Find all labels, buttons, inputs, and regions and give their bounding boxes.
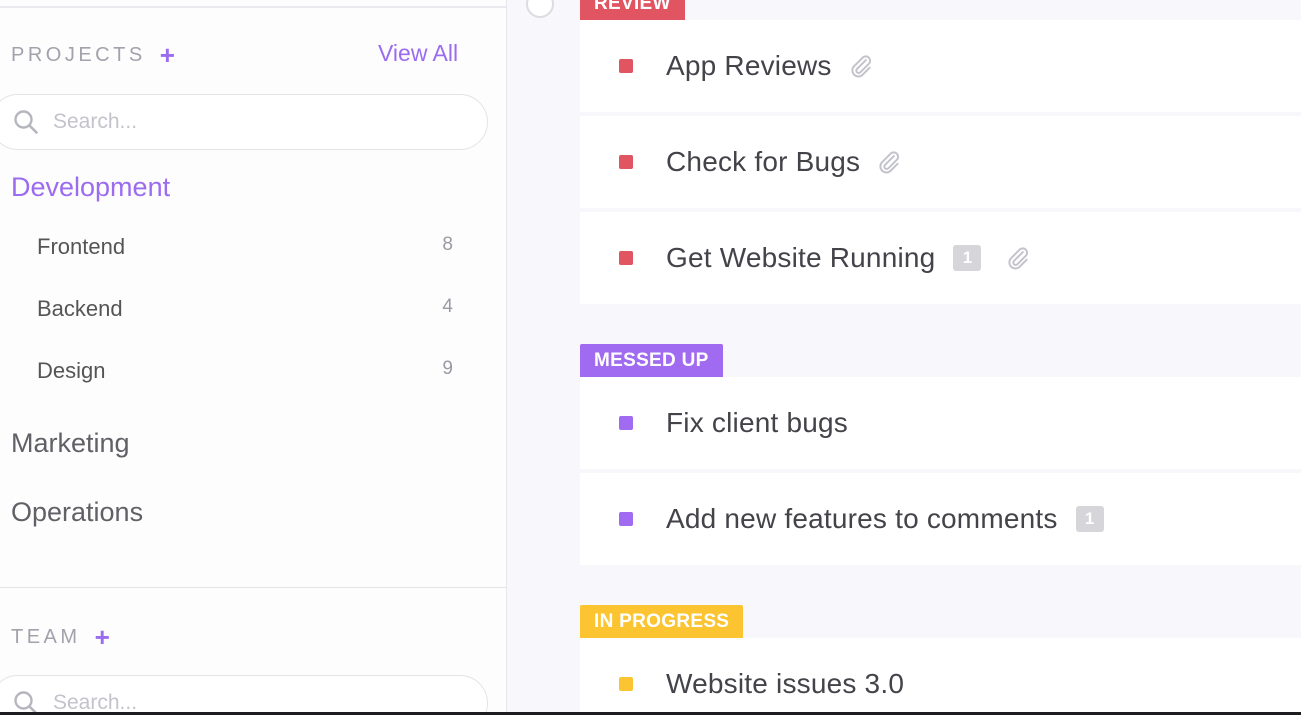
task-name: Check for Bugs	[666, 146, 861, 177]
paperclip-icon[interactable]	[1005, 245, 1031, 271]
status-dot	[619, 155, 633, 169]
task-row[interactable]: Website issues 3.0	[580, 638, 1301, 715]
status-dot	[619, 251, 633, 265]
team-title: TEAM	[11, 625, 81, 648]
subitem-label: Design	[37, 358, 106, 383]
subtask-count-badge[interactable]: 1	[953, 245, 982, 271]
task-name: Fix client bugs	[666, 407, 848, 438]
projects-search-input[interactable]	[53, 110, 433, 134]
status-tag-messed-up: MESSED UP	[580, 344, 723, 377]
paperclip-icon[interactable]	[848, 53, 874, 79]
select-circle[interactable]	[526, 0, 554, 18]
subitem-count: 4	[442, 296, 453, 317]
task-name: App Reviews	[666, 50, 832, 81]
team-header: TEAM +	[11, 624, 110, 650]
status-tag-in-progress: IN PROGRESS	[580, 605, 744, 638]
top-divider	[0, 6, 506, 8]
app-window: PROJECTS + View All Development Frontend…	[0, 0, 1301, 715]
projects-header: PROJECTS +	[11, 42, 175, 68]
view-all-link[interactable]: View All	[378, 40, 458, 67]
status-dot	[619, 512, 633, 526]
projects-title: PROJECTS	[11, 43, 146, 66]
status-tag-review: REVIEW	[580, 0, 685, 20]
add-team-button[interactable]: +	[95, 624, 110, 650]
search-icon	[14, 110, 38, 134]
subitem-backend[interactable]: Backend 4	[37, 296, 457, 322]
status-dot	[619, 416, 633, 430]
task-row[interactable]: Check for Bugs	[580, 116, 1301, 208]
task-list: REVIEW App Reviews Check for Bugs Get We…	[508, 0, 1301, 715]
subitem-label: Backend	[37, 296, 123, 321]
task-row[interactable]: Get Website Running 1	[580, 212, 1301, 304]
team-search[interactable]	[0, 675, 488, 715]
subitem-label: Frontend	[37, 234, 126, 259]
task-name: Add new features to comments	[666, 503, 1058, 534]
paperclip-icon[interactable]	[876, 149, 902, 175]
task-row[interactable]: App Reviews	[580, 20, 1301, 112]
task-row[interactable]: Add new features to comments 1	[580, 473, 1301, 565]
project-marketing[interactable]: Marketing	[11, 428, 130, 459]
status-dot	[619, 677, 633, 691]
task-name: Get Website Running	[666, 242, 936, 273]
add-project-button[interactable]: +	[160, 42, 175, 68]
subitem-frontend[interactable]: Frontend 8	[37, 234, 457, 260]
project-operations[interactable]: Operations	[11, 497, 143, 528]
status-dot	[619, 59, 633, 73]
task-name: Website issues 3.0	[666, 668, 905, 699]
projects-search[interactable]	[0, 94, 488, 150]
task-row[interactable]: Fix client bugs	[580, 377, 1301, 469]
subitem-count: 9	[442, 358, 453, 379]
section-divider	[0, 587, 506, 588]
subtask-count-badge[interactable]: 1	[1075, 506, 1104, 532]
subitem-design[interactable]: Design 9	[37, 358, 457, 384]
subitem-count: 8	[442, 234, 453, 255]
sidebar: PROJECTS + View All Development Frontend…	[0, 0, 507, 715]
project-development[interactable]: Development	[11, 172, 170, 203]
